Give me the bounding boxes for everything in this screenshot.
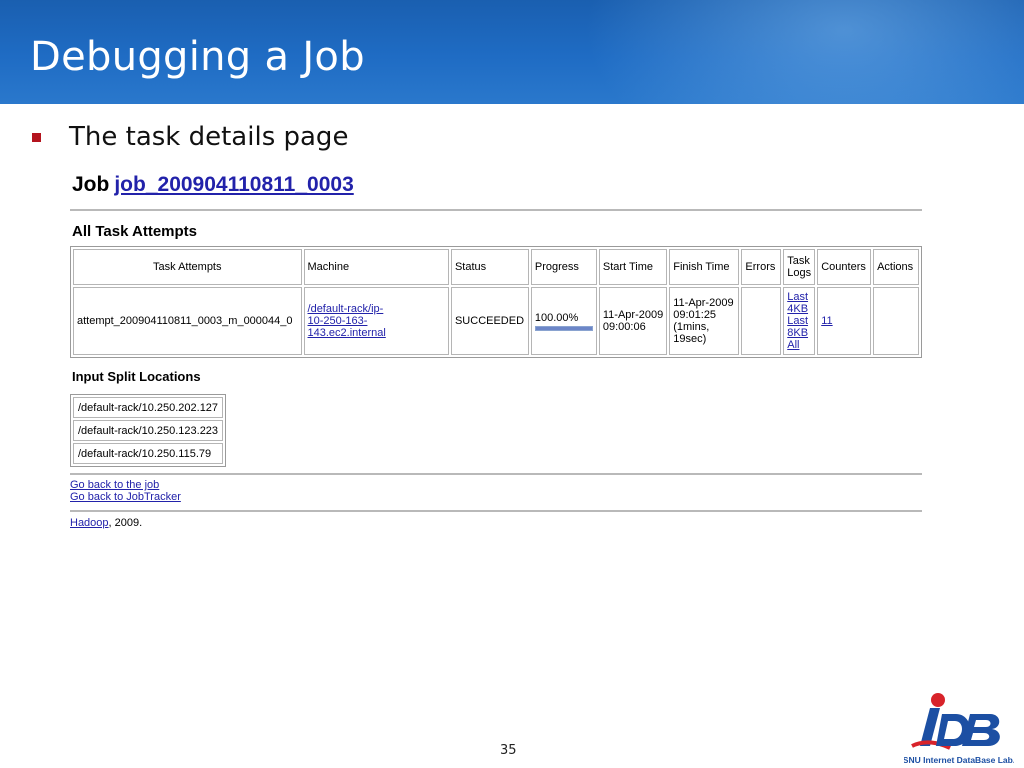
job-heading: Job job_200904110811_0003: [72, 170, 922, 200]
split-location-cell: /default-rack/10.250.202.127: [73, 397, 224, 418]
counters-cell: 11: [817, 287, 872, 355]
bullet-item: The task details page: [32, 122, 348, 152]
split-location-cell: /default-rack/10.250.123.223: [73, 420, 224, 441]
task-logs-cell: Last 4KB Last 8KB All: [783, 287, 816, 355]
column-header-status: Status: [450, 249, 529, 285]
task-details-screenshot: Job job_200904110811_0003 All Task Attemp…: [70, 170, 922, 529]
progress-fill: [535, 326, 592, 330]
errors-cell: [741, 287, 782, 355]
all-logs-link[interactable]: All: [787, 339, 799, 351]
slide-title: Debugging a Job: [30, 34, 365, 80]
job-id-link[interactable]: job_200904110811_0003: [114, 173, 353, 196]
idb-logo: SNU Internet DataBase Lab.: [904, 693, 1014, 765]
back-to-jobtracker-link[interactable]: Go back to JobTracker: [70, 491, 922, 503]
table-row: attempt_200904110811_0003_m_000044_0 /de…: [73, 287, 919, 355]
copyright-line: Hadoop, 2009.: [70, 517, 922, 529]
logo-tagline: SNU Internet DataBase Lab.: [904, 755, 1014, 765]
bullet-text: The task details page: [69, 122, 349, 152]
footer-links: Go back to the job Go back to JobTracker: [70, 479, 922, 503]
progress-bar: [534, 325, 593, 331]
column-header-task-attempts: Task Attempts: [73, 249, 302, 285]
progress-text: 100.00%: [534, 311, 579, 324]
split-locations-table: /default-rack/10.250.202.127 /default-ra…: [70, 394, 227, 467]
square-bullet-icon: [32, 132, 41, 142]
splits-heading: Input Split Locations: [72, 369, 201, 384]
task-attempts-table: Task Attempts Machine Status Progress St…: [70, 246, 922, 358]
job-label: Job: [72, 173, 110, 196]
start-time-cell: 11-Apr-2009 09:00:06: [598, 287, 668, 355]
table-row: /default-rack/10.250.202.127: [73, 397, 224, 418]
column-header-progress: Progress: [530, 249, 597, 285]
column-header-actions: Actions: [873, 249, 919, 285]
progress-cell: 100.00%: [530, 287, 597, 355]
divider: [70, 473, 922, 475]
column-header-start-time: Start Time: [598, 249, 668, 285]
column-header-machine: Machine: [303, 249, 449, 285]
column-header-counters: Counters: [817, 249, 872, 285]
table-row: /default-rack/10.250.115.79: [73, 443, 224, 464]
idb-logo-mark: [911, 693, 1000, 750]
hadoop-link[interactable]: Hadoop: [70, 517, 109, 529]
last-8kb-log-link[interactable]: Last 8KB: [787, 315, 808, 339]
divider: [70, 510, 922, 512]
attempt-id-cell: attempt_200904110811_0003_m_000044_0: [73, 287, 302, 355]
back-to-job-link[interactable]: Go back to the job: [70, 479, 922, 491]
machine-cell: /default-rack/ip- 10-250-163-143.ec2.inte…: [303, 287, 449, 355]
copyright-year: , 2009.: [108, 517, 143, 529]
attempts-heading: All Task Attempts: [72, 223, 198, 240]
machine-link[interactable]: /default-rack/ip- 10-250-163-143.ec2.inte…: [308, 303, 386, 339]
page-number: 35: [500, 743, 517, 758]
column-header-errors: Errors: [741, 249, 782, 285]
counters-link[interactable]: 11: [821, 315, 832, 327]
divider: [70, 209, 922, 211]
column-header-finish-time: Finish Time: [669, 249, 740, 285]
table-row: /default-rack/10.250.123.223: [73, 420, 224, 441]
split-location-cell: /default-rack/10.250.115.79: [73, 443, 224, 464]
table-header-row: Task Attempts Machine Status Progress St…: [73, 249, 919, 285]
finish-time-cell: 11-Apr-2009 09:01:25 (1mins, 19sec): [669, 287, 740, 355]
title-bar: Debugging a Job: [0, 0, 1024, 104]
status-cell: SUCCEEDED: [450, 287, 529, 355]
actions-cell: [873, 287, 919, 355]
last-4kb-log-link[interactable]: Last 4KB: [787, 291, 808, 315]
column-header-task-logs: Task Logs: [783, 249, 816, 285]
